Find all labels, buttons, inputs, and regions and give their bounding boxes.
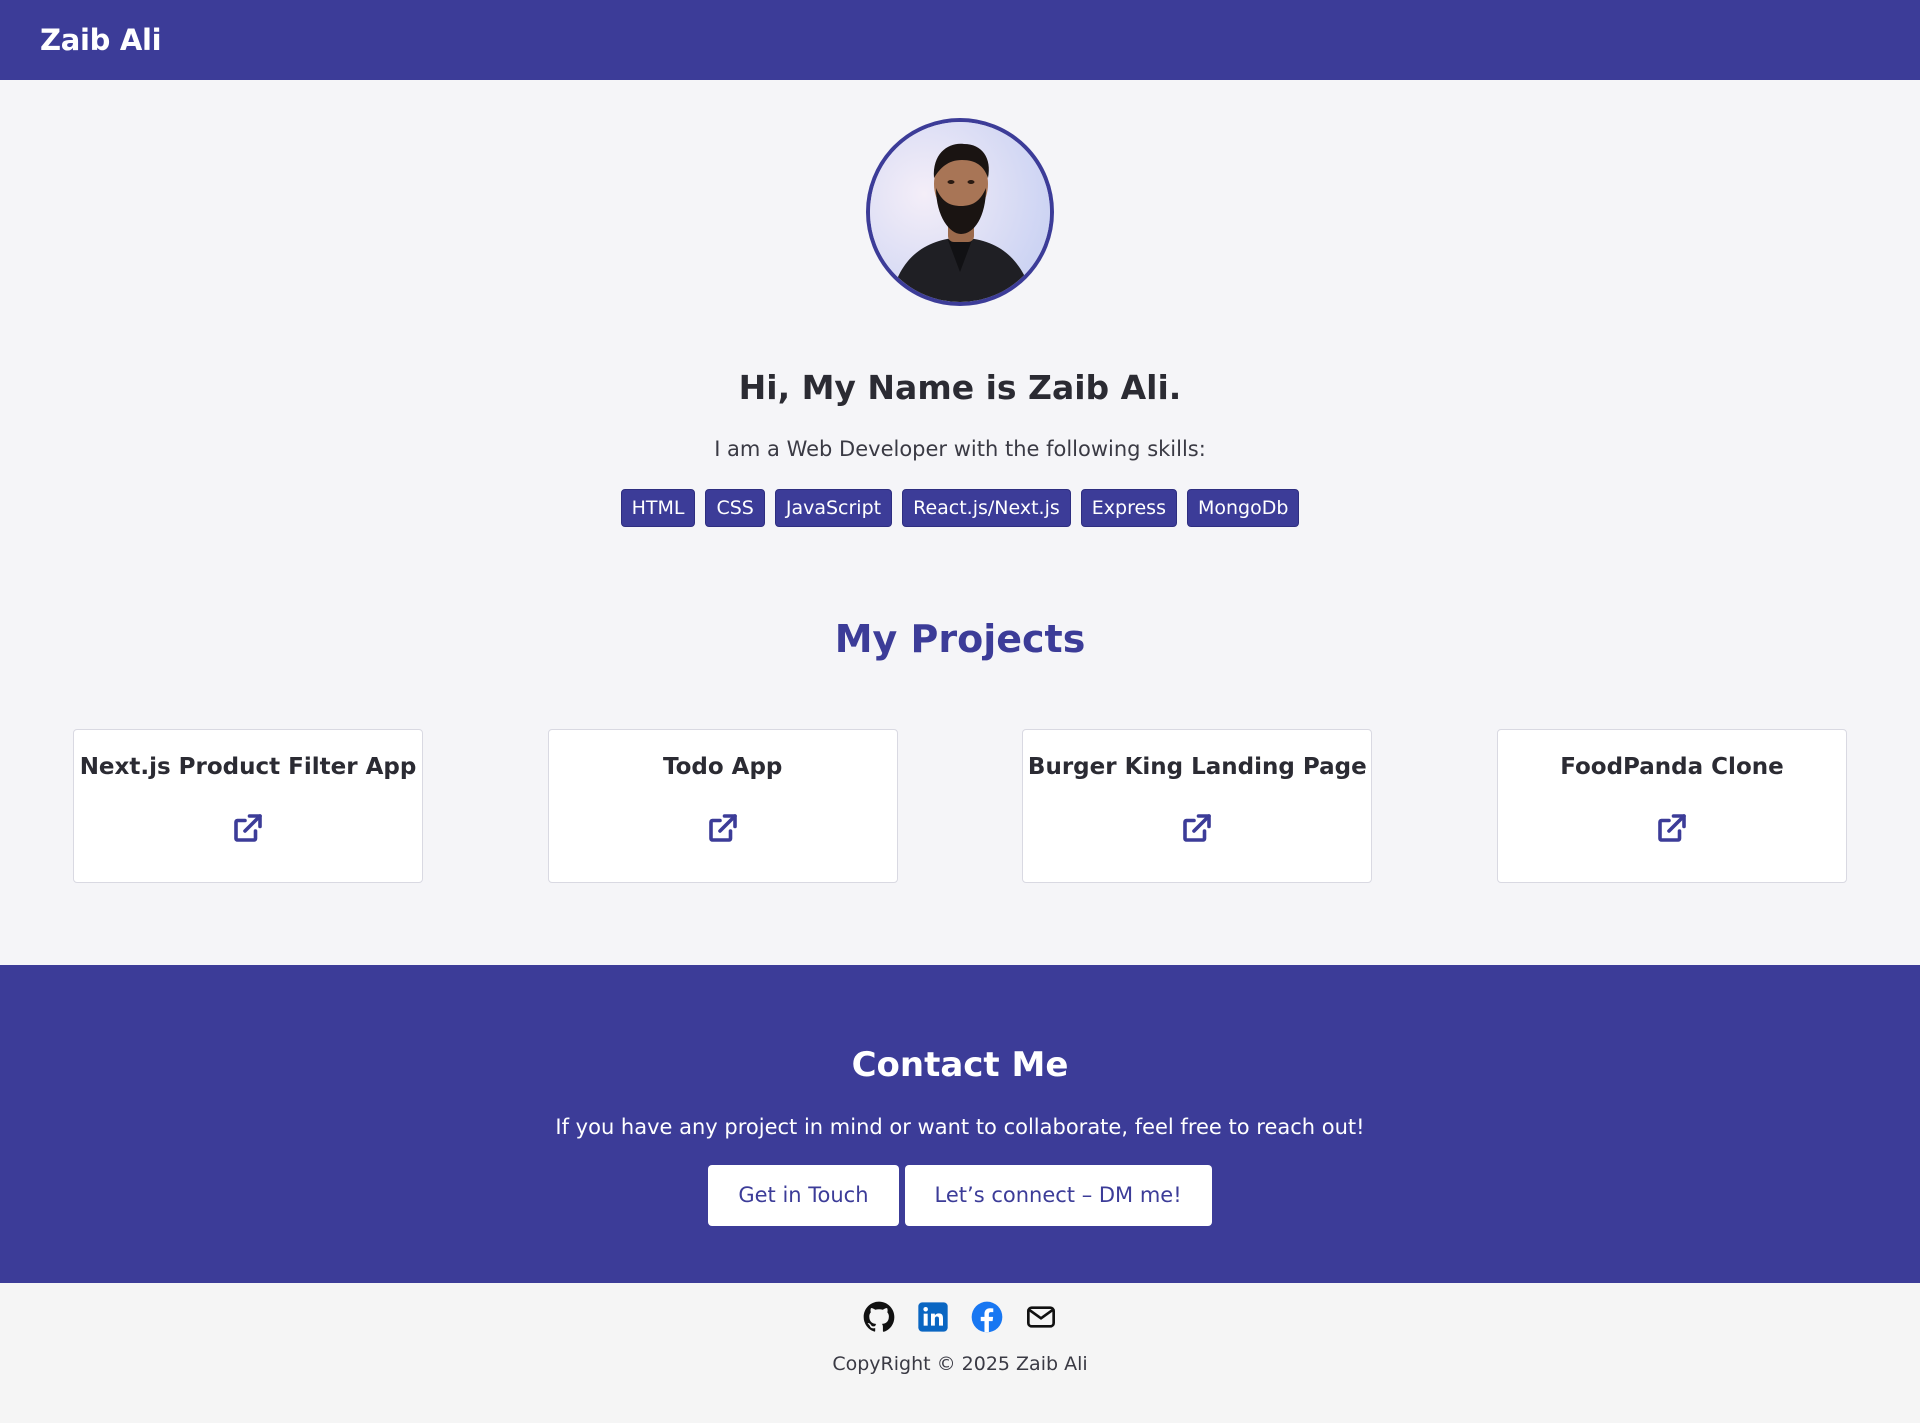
skill-badge: CSS [705,489,765,527]
github-icon[interactable] [863,1301,895,1333]
skill-badge: JavaScript [774,489,893,527]
dm-me-button[interactable]: Let’s connect – DM me! [904,1165,1212,1226]
hero-section: Hi, My Name is Zaib Ali. I am a Web Deve… [0,80,1920,965]
get-in-touch-button[interactable]: Get in Touch [708,1165,899,1226]
contact-buttons: Get in Touch Let’s connect – DM me! [0,1165,1920,1226]
project-card: Todo App [547,729,898,883]
external-link-icon[interactable] [705,810,741,846]
project-title: FoodPanda Clone [1560,754,1784,780]
hero-intro: I am a Web Developer with the following … [714,437,1206,461]
avatar [866,118,1054,306]
email-icon[interactable] [1025,1301,1057,1333]
projects-title: My Projects [834,617,1086,661]
skill-badge: MongoDb [1186,489,1300,527]
skills-list: HTML CSS JavaScript React.js/Next.js Exp… [0,489,1920,527]
linkedin-icon[interactable] [917,1301,949,1333]
profile-photo [870,122,1050,302]
projects-grid: Next.js Product Filter App Todo App Burg… [0,729,1920,883]
contact-section: Contact Me If you have any project in mi… [0,965,1920,1283]
navbar: Zaib Ali [0,0,1920,80]
project-card: Burger King Landing Page [1022,729,1373,883]
hero-heading: Hi, My Name is Zaib Ali. [738,368,1182,407]
external-link-icon[interactable] [1179,810,1215,846]
contact-text: If you have any project in mind or want … [555,1115,1365,1139]
copyright-text: CopyRight © 2025 Zaib Ali [832,1353,1088,1375]
footer: CopyRight © 2025 Zaib Ali [0,1283,1920,1423]
project-card: FoodPanda Clone [1496,729,1847,883]
skill-badge: HTML [620,489,696,527]
facebook-icon[interactable] [971,1301,1003,1333]
project-title: Todo App [662,754,783,780]
social-links [0,1301,1920,1333]
project-title: Burger King Landing Page [1027,754,1367,780]
contact-title: Contact Me [851,1045,1069,1085]
skill-badge: Express [1080,489,1177,527]
external-link-icon[interactable] [230,810,266,846]
project-title: Next.js Product Filter App [79,754,417,780]
skill-badge: React.js/Next.js [902,489,1071,527]
brand-link[interactable]: Zaib Ali [40,23,162,57]
external-link-icon[interactable] [1654,810,1690,846]
project-card: Next.js Product Filter App [73,729,423,883]
